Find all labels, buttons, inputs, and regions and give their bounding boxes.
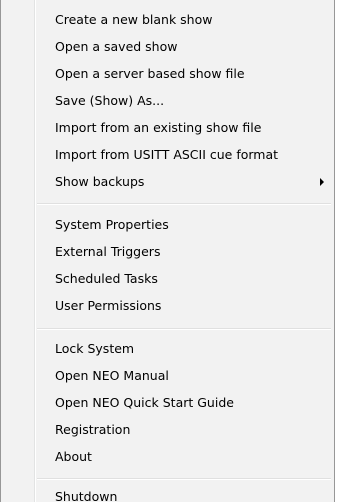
menu-item-open-saved-show[interactable]: Open a saved show <box>4 34 331 60</box>
menu-item-save-show-as[interactable]: Save (Show) As... <box>4 88 331 114</box>
menu-item-label: Open NEO Quick Start Guide <box>55 395 234 410</box>
menu-item-open-neo-quick-start-guide[interactable]: Open NEO Quick Start Guide <box>4 390 331 416</box>
menu-item-label: System Properties <box>55 217 169 232</box>
menu-separator <box>37 478 331 480</box>
menu-item-lock-system[interactable]: Lock System <box>4 336 331 362</box>
menu-separator <box>37 203 331 205</box>
menu-item-label: Lock System <box>55 341 135 356</box>
menu-item-label: Open a saved show <box>55 39 178 54</box>
menu-item-label: Save (Show) As... <box>55 93 165 108</box>
context-menu: Create a new blank show Open a saved sho… <box>0 0 335 502</box>
menu-item-label: Import from an existing show file <box>55 120 262 135</box>
menu-item-label: User Permissions <box>55 298 162 313</box>
menu-separator <box>37 328 331 330</box>
menu-item-label: Import from USITT ASCII cue format <box>55 147 279 162</box>
menu-item-about[interactable]: About <box>4 444 331 470</box>
menu-item-label: Scheduled Tasks <box>55 271 158 286</box>
menu-item-label: Open a server based show file <box>55 66 245 81</box>
menu-item-label: About <box>55 449 92 464</box>
chevron-right-icon <box>320 178 324 186</box>
menu-item-label: Registration <box>55 422 131 437</box>
menu-item-label: Shutdown <box>55 489 118 502</box>
menu-item-shutdown[interactable]: Shutdown <box>4 484 331 502</box>
menu-item-scheduled-tasks[interactable]: Scheduled Tasks <box>4 266 331 292</box>
menu-item-label: Show backups <box>55 174 145 189</box>
menu-item-create-new-blank-show[interactable]: Create a new blank show <box>4 7 331 33</box>
menu-item-system-properties[interactable]: System Properties <box>4 212 331 238</box>
menu-item-user-permissions[interactable]: User Permissions <box>4 293 331 319</box>
menu-item-external-triggers[interactable]: External Triggers <box>4 239 331 265</box>
menu-item-label: External Triggers <box>55 244 161 259</box>
menu-item-import-usitt-ascii[interactable]: Import from USITT ASCII cue format <box>4 142 331 168</box>
menu-item-registration[interactable]: Registration <box>4 417 331 443</box>
menu-item-show-backups[interactable]: Show backups <box>4 169 331 195</box>
menu-item-label: Open NEO Manual <box>55 368 169 383</box>
menu-item-open-server-show-file[interactable]: Open a server based show file <box>4 61 331 87</box>
menu-item-import-existing-show[interactable]: Import from an existing show file <box>4 115 331 141</box>
menu-item-label: Create a new blank show <box>55 12 213 27</box>
menu-item-open-neo-manual[interactable]: Open NEO Manual <box>4 363 331 389</box>
